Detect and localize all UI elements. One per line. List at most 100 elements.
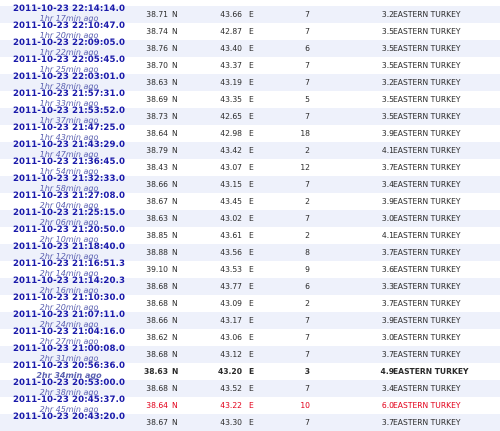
event-datetime-link[interactable]: 2011-10-23 21:18:40.0: [10, 243, 128, 252]
event-datetime-link[interactable]: 2011-10-23 21:43:29.0: [10, 141, 128, 150]
longitude-cell: 43.19: [220, 78, 242, 87]
magnitude-cell: 3.5: [381, 112, 394, 121]
depth-cell: 6: [305, 282, 310, 291]
east-west-cell: E: [249, 333, 254, 342]
east-west-cell: E: [249, 61, 254, 70]
latitude-cell: 38.68: [146, 299, 168, 308]
magnitude-cell: 3.7: [381, 163, 394, 172]
region-cell: EASTERN TURKEY: [393, 10, 461, 19]
longitude-cell: 43.09: [220, 299, 242, 308]
magnitude-cell: 6.0: [381, 401, 394, 410]
north-south-cell: N: [172, 44, 178, 53]
region-cell: EASTERN TURKEY: [393, 231, 461, 240]
region-cell: EASTERN TURKEY: [393, 333, 461, 342]
longitude-cell: 43.20: [217, 367, 242, 376]
event-datetime-link[interactable]: 2011-10-23 22:05:45.0: [10, 56, 128, 65]
event-datetime-link[interactable]: 2011-10-23 21:20:50.0: [10, 226, 128, 235]
depth-cell: 7: [305, 316, 310, 325]
north-south-cell: N: [172, 248, 178, 257]
east-west-cell: E: [249, 95, 254, 104]
region-cell: EASTERN TURKEY: [393, 129, 461, 138]
depth-cell: 7: [286, 0, 310, 2]
event-datetime-link[interactable]: 2011-10-23 22:14:14.0: [10, 5, 128, 14]
magnitude-cell: 3.4: [381, 384, 394, 393]
event-datetime-link[interactable]: 2011-10-23 21:07:11.0: [10, 311, 128, 320]
region-cell: EASTERN TURKEY: [393, 180, 461, 189]
latitude-cell: 38.85: [146, 231, 168, 240]
east-west-cell: E: [249, 316, 254, 325]
magnitude-cell: 3.5: [370, 0, 394, 2]
event-datetime-link[interactable]: 2011-10-23 21:14:20.3: [10, 277, 128, 286]
event-datetime-link[interactable]: 2011-10-23 21:25:15.0: [10, 209, 128, 218]
east-west-cell: E: [249, 418, 254, 427]
north-south-cell: N: [172, 95, 178, 104]
event-datetime-link[interactable]: 2011-10-23 20:56:36.0: [10, 362, 128, 371]
north-south-cell: N: [172, 163, 178, 172]
event-datetime-link[interactable]: 2011-10-23 21:57:31.0: [10, 90, 128, 99]
north-south-cell: N: [172, 350, 178, 359]
depth-cell: 10: [300, 401, 310, 410]
east-west-cell: E: [249, 282, 254, 291]
magnitude-cell: 3.4: [381, 180, 394, 189]
event-datetime-link[interactable]: 2011-10-23 21:00:08.0: [10, 345, 128, 354]
longitude-cell: 43.61: [220, 231, 242, 240]
magnitude-cell: 3.9: [381, 316, 394, 325]
latitude-cell: 38.64: [146, 129, 168, 138]
event-datetime-link[interactable]: 2011-10-23 22:03:01.0: [10, 73, 128, 82]
region-cell: EASTERN TURKEY: [393, 95, 461, 104]
region-cell: EASTERN TURKEY: [393, 44, 461, 53]
event-datetime-link[interactable]: 2011-10-23 21:32:33.0: [10, 175, 128, 184]
region-cell: EASTERN TURKEY: [393, 384, 461, 393]
event-datetime-link[interactable]: 2011-10-23 20:45:37.0: [10, 396, 128, 405]
magnitude-cell: 3.7: [381, 248, 394, 257]
longitude-cell: 43.66: [220, 10, 242, 19]
depth-cell: 2: [305, 299, 310, 308]
event-datetime-link[interactable]: 2011-10-23 21:10:30.0: [10, 294, 128, 303]
event-datetime-link[interactable]: 2011-10-23 20:43:20.0: [10, 413, 128, 422]
east-west-cell: E: [249, 0, 261, 2]
datetime-cell: 2011-10-23 20:45:37.0 2hr 45min ago: [10, 396, 128, 415]
east-west-cell: E: [249, 265, 254, 274]
latitude-cell: 39.10: [146, 265, 168, 274]
event-datetime-link[interactable]: 2011-10-23 21:47:25.0: [10, 124, 128, 133]
event-datetime-link[interactable]: 2011-10-23 22:09:05.0: [10, 39, 128, 48]
region-cell: EASTERN TURKEY: [393, 163, 461, 172]
north-south-cell: N: [172, 27, 178, 36]
longitude-cell: 43.42: [220, 146, 242, 155]
region-cell: EASTERN TURKEY: [393, 61, 461, 70]
longitude-cell: 43.30: [200, 0, 242, 2]
east-west-cell: E: [249, 248, 254, 257]
north-south-cell: N: [172, 78, 178, 87]
latitude-cell: 38.68: [146, 282, 168, 291]
event-datetime-link[interactable]: 2011-10-23 21:16:51.3: [10, 260, 128, 269]
longitude-cell: 42.98: [220, 129, 242, 138]
north-south-cell: N: [172, 316, 178, 325]
event-datetime-link[interactable]: 2011-10-23 21:36:45.0: [10, 158, 128, 167]
table-row: 2011-10-23 20:43:20.0 38.67 N 43.30 E 7 3.7 EAS…: [0, 413, 500, 431]
event-datetime-link[interactable]: 2011-10-23 21:04:16.0: [10, 328, 128, 337]
region-cell: EASTERN TURKEY: [393, 78, 461, 87]
region-cell: EASTERN TURKEY: [393, 350, 461, 359]
depth-cell: 8: [305, 248, 310, 257]
longitude-cell: 43.40: [220, 44, 242, 53]
event-datetime-link[interactable]: 2011-10-23 20:53:00.0: [10, 379, 128, 388]
north-south-cell: N: [172, 418, 178, 427]
longitude-cell: 43.07: [220, 163, 242, 172]
event-datetime-link[interactable]: 2011-10-23 21:53:52.0: [10, 107, 128, 116]
longitude-cell: 43.77: [220, 282, 242, 291]
latitude-cell: 38.62: [146, 333, 168, 342]
north-south-cell: N: [172, 265, 178, 274]
magnitude-cell: 3.2: [381, 10, 394, 19]
event-datetime-link[interactable]: 2011-10-23 21:27:08.0: [10, 192, 128, 201]
region-cell: EASTERN TURKEY: [393, 248, 461, 257]
latitude-cell: 38.68: [146, 350, 168, 359]
north-south-cell: N: [172, 146, 178, 155]
longitude-cell: 42.87: [220, 27, 242, 36]
magnitude-cell: 3.0: [381, 214, 394, 223]
latitude-cell: 38.82: [136, 0, 168, 2]
event-datetime-link[interactable]: 2011-10-23 22:10:47.0: [10, 22, 128, 31]
east-west-cell: E: [249, 163, 254, 172]
latitude-cell: 38.71: [146, 10, 168, 19]
depth-cell: 7: [305, 418, 310, 427]
east-west-cell: E: [249, 299, 254, 308]
